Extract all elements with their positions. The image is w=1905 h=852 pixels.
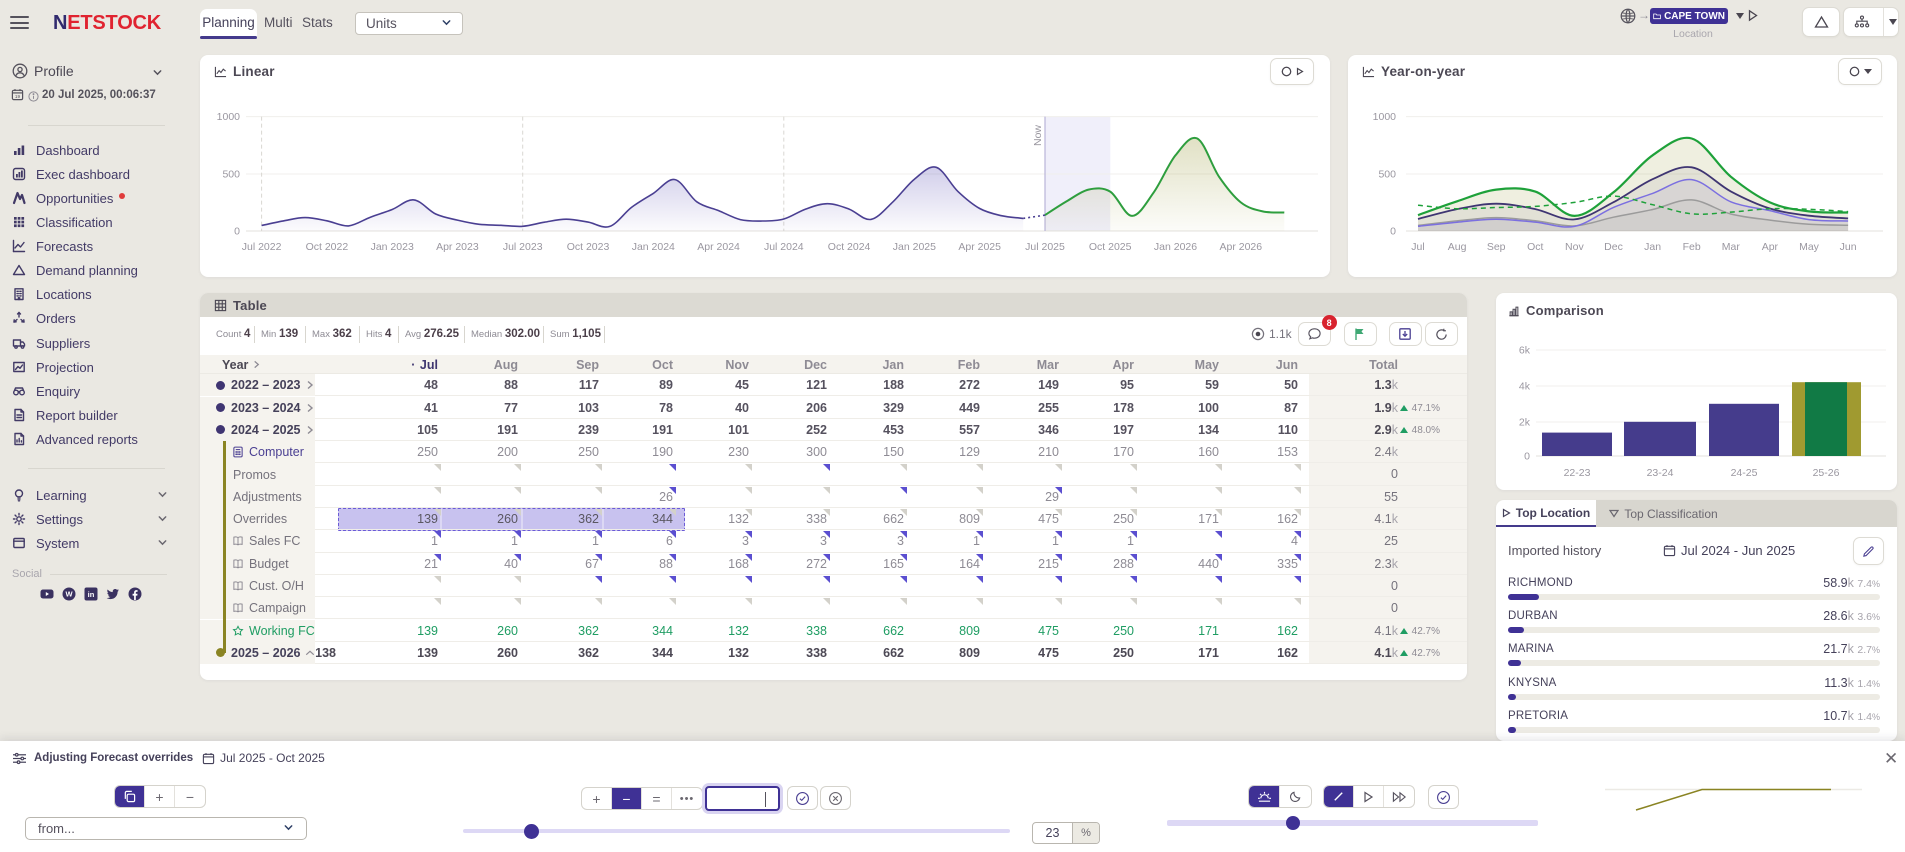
svg-text:Sep: Sep [1487,241,1506,253]
svg-text:Apr: Apr [1762,241,1779,253]
svg-text:22-23: 22-23 [1564,467,1591,479]
svg-text:23-24: 23-24 [1647,467,1674,479]
svg-text:Dec: Dec [1604,241,1623,253]
svg-text:Jun: Jun [1840,241,1857,253]
svg-text:Jan: Jan [1644,241,1661,253]
svg-text:May: May [1799,241,1820,253]
svg-text:4k: 4k [1519,381,1531,393]
svg-text:Oct: Oct [1527,241,1543,253]
svg-text:25-26: 25-26 [1813,467,1840,479]
svg-text:2k: 2k [1519,417,1531,429]
svg-text:W: W [65,590,73,599]
svg-text:Feb: Feb [1683,241,1701,253]
svg-text:24-25: 24-25 [1731,467,1758,479]
svg-text:6k: 6k [1519,345,1531,357]
svg-text:in: in [88,590,95,599]
svg-text:0: 0 [1524,451,1530,463]
svg-text:Mar: Mar [1722,241,1741,253]
svg-text:Nov: Nov [1565,241,1584,253]
svg-text:19: 19 [15,94,21,99]
